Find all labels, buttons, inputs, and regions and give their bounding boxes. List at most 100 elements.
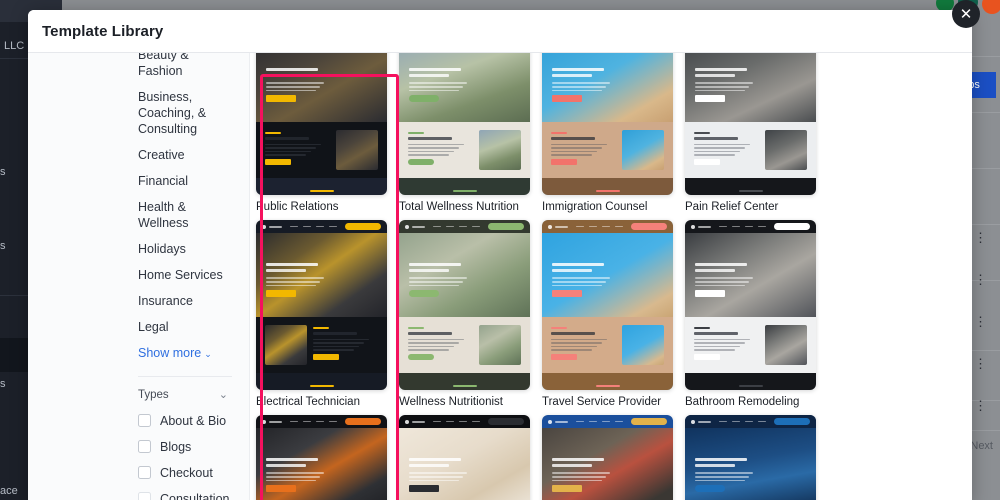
sidebar-category-home-services[interactable]: Home Services [28,262,250,288]
types-filter-header[interactable]: Types⌄ [28,377,250,408]
thumb-hero [542,233,673,317]
sidebar-category-financial[interactable]: Financial [28,168,250,194]
type-filter-about-bio[interactable]: About & Bio [28,408,250,434]
template-card[interactable]: Travel Service Provider [542,220,685,415]
template-thumbnail[interactable] [685,220,816,390]
type-filter-consultation[interactable]: Consultation [28,486,250,500]
thumb-nav-links [433,226,480,228]
sidebar-category-creative[interactable]: Creative [28,142,250,168]
template-card[interactable]: Electrical Technician [256,220,399,415]
thumb-hero-heading [266,68,318,71]
thumb-section-line [551,154,592,156]
template-card[interactable]: Career Development [399,415,542,500]
template-card[interactable]: Pain Relief Center [685,53,828,220]
sidebar-category-beauty-fashion[interactable]: Beauty & Fashion [28,53,250,84]
template-card[interactable]: Wellness Nutritionist [399,220,542,415]
thumb-nav-cta-button [345,418,381,425]
thumb-hero-cta-button [552,290,582,297]
filter-sidebar-scroll[interactable]: Beauty & FashionBusiness, Coaching, & Co… [28,53,250,500]
thumb-nav-link [472,421,480,423]
thumb-hero-heading [552,464,592,467]
thumb-nav-links [576,421,623,423]
thumb-midsection [256,317,387,373]
thumb-nav-link [758,421,766,423]
thumb-hero [685,53,816,122]
thumb-hero-heading [266,263,318,266]
template-thumbnail[interactable] [256,415,387,500]
sidebar-category-legal[interactable]: Legal [28,314,250,340]
template-card[interactable]: Electrical [256,415,399,500]
thumb-footer-heading [453,385,477,387]
thumb-nav-link [433,421,441,423]
template-thumbnail[interactable] [542,415,673,500]
checkbox-icon[interactable] [138,492,151,500]
kebab-menu-icon[interactable]: ⋮ [974,236,978,240]
template-thumbnail[interactable] [256,53,387,195]
thumb-section-copy [408,132,466,165]
thumb-hero-heading [695,464,735,467]
template-thumbnail[interactable] [399,415,530,500]
thumb-hero-line [695,285,745,287]
template-card[interactable]: Immigration Counsel [542,53,685,220]
thumb-section-line [313,346,359,348]
thumb-canvas [256,220,387,390]
thumb-hero [399,53,530,122]
type-filter-blogs[interactable]: Blogs [28,434,250,460]
show-more-categories-button[interactable]: Show more⌄ [28,340,250,366]
thumb-section-line [694,147,745,149]
checkbox-icon[interactable] [138,414,151,427]
thumb-logo-icon [548,420,552,424]
template-thumbnail[interactable] [399,53,530,195]
thumb-navbar [399,220,530,233]
template-thumbnail[interactable] [256,220,387,390]
type-filter-label: Checkout [160,465,213,481]
thumb-hero-line [266,472,324,474]
sidebar-category-health-wellness[interactable]: Health & Wellness [28,194,250,236]
thumb-nav-links [719,421,766,423]
template-thumbnail[interactable] [685,415,816,500]
kebab-menu-icon[interactable]: ⋮ [974,362,978,366]
template-card[interactable]: Public Relations [256,53,399,220]
template-card[interactable]: Travel Services [685,415,828,500]
template-grid-scroll[interactable]: Public RelationsTotal Wellness Nutrition… [250,53,972,500]
thumb-section-image [479,325,521,365]
thumb-footer-band [399,178,530,195]
template-thumbnail[interactable] [685,53,816,195]
type-filter-checkout[interactable]: Checkout [28,460,250,486]
sidebar-footer-label[interactable]: ace [0,485,18,497]
sidebar-item-partial-3[interactable]: s [0,378,6,390]
thumb-section-copy [313,327,371,360]
checkbox-icon[interactable] [138,466,151,479]
template-card[interactable]: Total Wellness Nutrition [399,53,542,220]
close-icon[interactable]: ✕ [952,0,980,28]
sidebar-item-partial-1[interactable]: s [0,166,6,178]
thumb-canvas [399,415,530,500]
thumb-hero-line [266,480,316,482]
template-card[interactable]: Travel Planning Services [542,415,685,500]
thumb-hero-copy [695,458,757,492]
next-page-button[interactable]: Next [970,440,993,452]
thumb-nav-link [719,226,727,228]
thumb-logo-icon [262,225,266,229]
template-thumbnail[interactable] [542,220,673,390]
template-thumbnail[interactable] [399,220,530,390]
template-thumbnail[interactable] [542,53,673,195]
kebab-menu-icon[interactable]: ⋮ [974,278,978,282]
checkbox-icon[interactable] [138,440,151,453]
thumb-section-line [408,339,464,341]
thumb-nav-link [576,226,584,228]
sidebar-category-insurance[interactable]: Insurance [28,288,250,314]
template-card[interactable]: Bathroom Remodeling [685,220,828,415]
sidebar-item-partial-2[interactable]: s [0,240,6,252]
thumb-section-line [551,342,602,344]
thumb-section-eyebrow [694,327,710,329]
thumb-hero-cta-button [695,95,725,102]
sidebar-category-business-coaching-consulting[interactable]: Business, Coaching, & Consulting [28,84,250,142]
kebab-menu-icon[interactable]: ⋮ [974,404,978,408]
kebab-menu-icon[interactable]: ⋮ [974,320,978,324]
thumb-canvas [399,220,530,390]
thumb-navbar [685,415,816,428]
sidebar-category-holidays[interactable]: Holidays [28,236,250,262]
thumb-footer-heading [739,190,763,192]
thumb-hero-line [552,285,602,287]
